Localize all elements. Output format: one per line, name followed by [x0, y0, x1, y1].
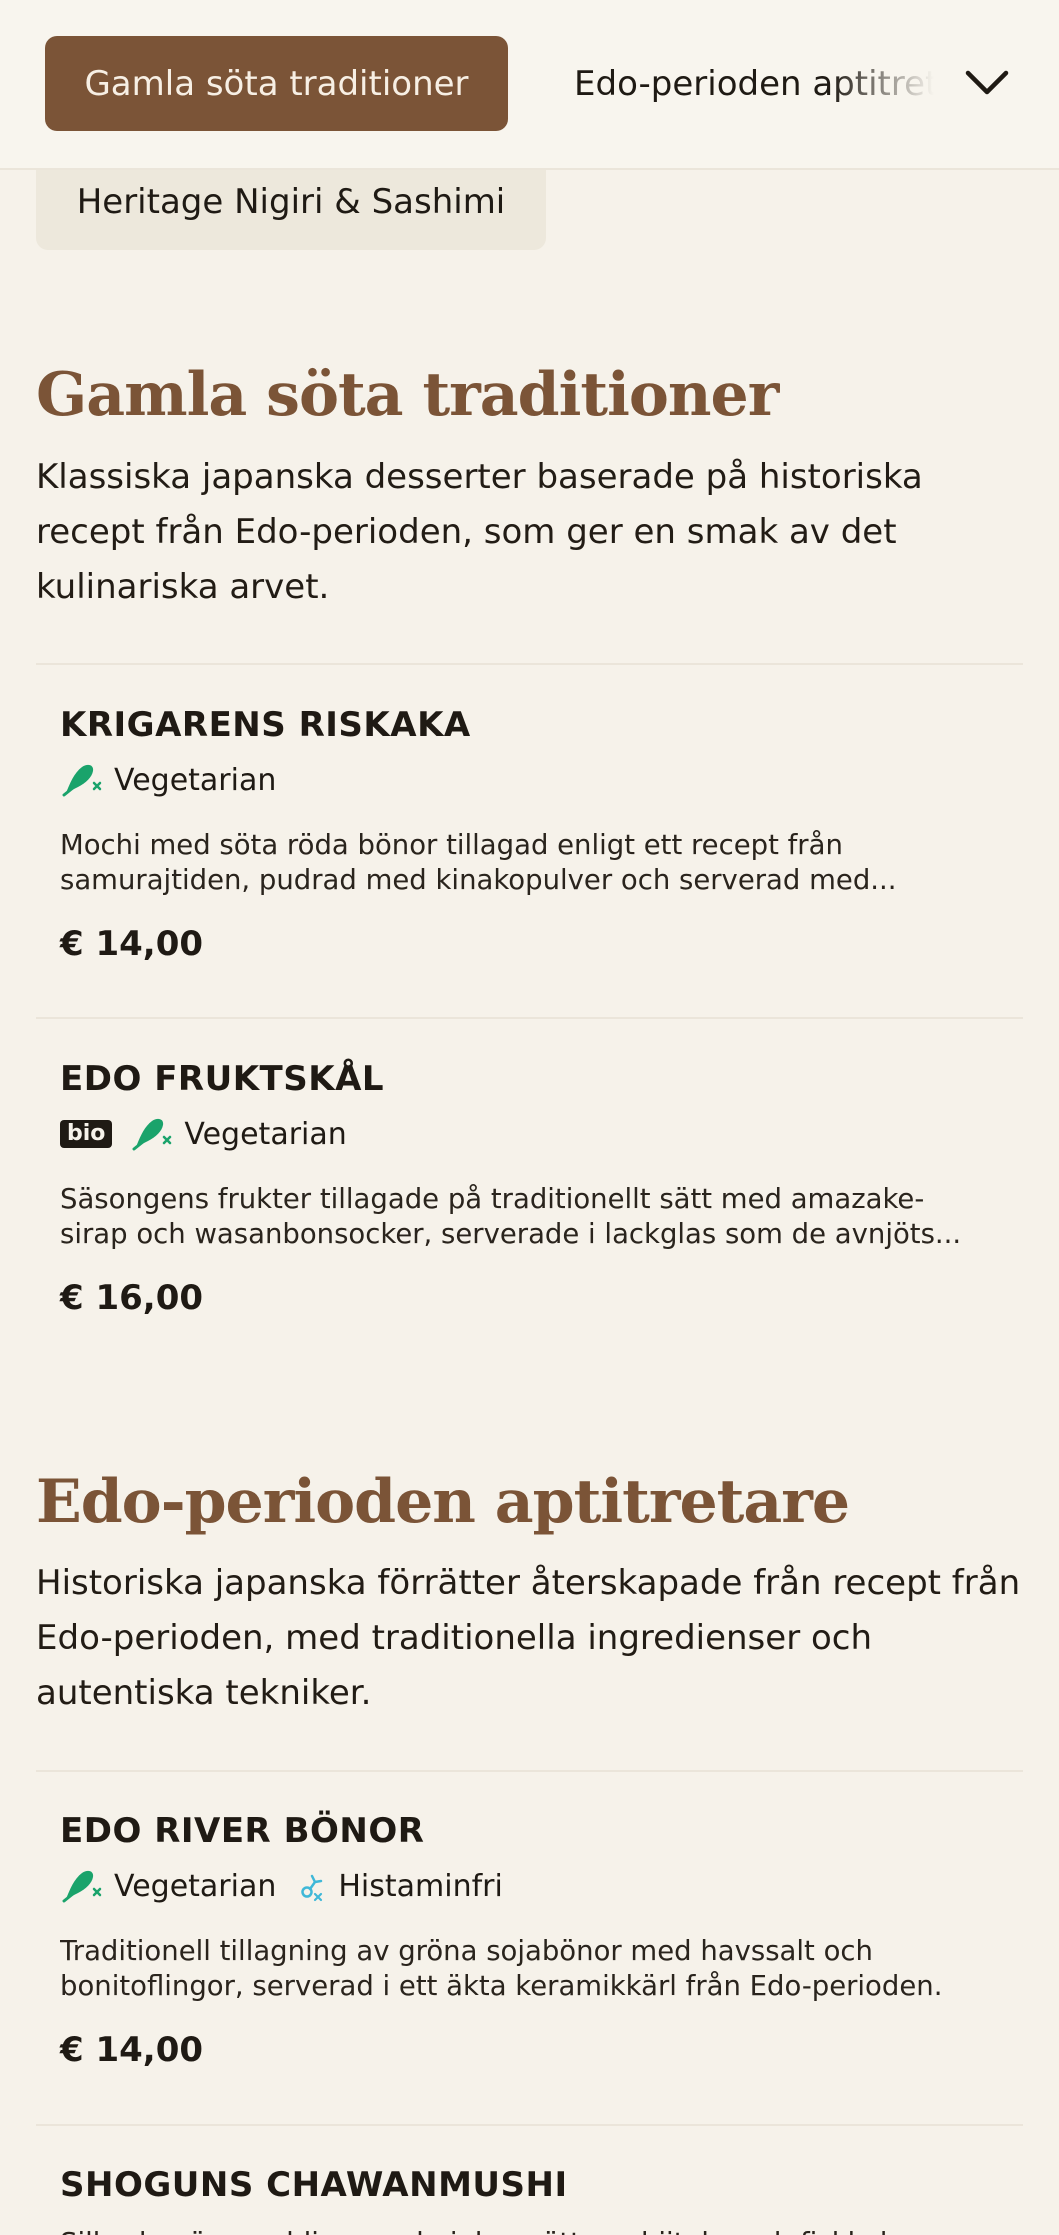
chevron-down-icon[interactable]	[958, 58, 1016, 108]
tag-histamine-free: Histaminfri	[298, 1868, 503, 1904]
menu-item[interactable]: SHOGUNS CHAWANMUSHI Silkeslen äggpudding…	[60, 2162, 1010, 2235]
item-description-line: Säsongens frukter tillagade på tradition…	[60, 1183, 925, 1215]
item-name: EDO RIVER BÖNOR	[60, 1811, 425, 1851]
item-description-line: samurajtiden, pudrad med kinakopulver oc…	[60, 864, 897, 896]
menu-page: Gamla söta traditioner Edo-perioden apti…	[0, 0, 1059, 2235]
item-description-line: Mochi med söta röda bönor tillagad enlig…	[60, 829, 843, 861]
divider	[36, 1017, 1023, 1019]
item-name: EDO FRUKTSKÅL	[60, 1059, 385, 1099]
tag-label: Vegetarian	[184, 1116, 347, 1152]
section-title: Edo-perioden aptitretare	[36, 1467, 850, 1537]
item-tags: bio Vegetarian	[60, 1114, 1010, 1154]
item-description: Mochi med söta röda bönor tillagad enlig…	[60, 828, 1010, 898]
item-description: Traditionell tillagning av gröna sojabön…	[60, 1934, 1010, 2004]
divider	[36, 1770, 1023, 1772]
tag-label: Histaminfri	[338, 1868, 503, 1904]
section-title: Gamla söta traditioner	[36, 360, 779, 430]
menu-item[interactable]: EDO RIVER BÖNOR Vegetarian Histaminfri T…	[60, 1808, 1010, 2070]
divider	[36, 663, 1023, 665]
item-description: Säsongens frukter tillagade på tradition…	[60, 1182, 1010, 1252]
item-description: Silkeslen äggpudding med ginkgonötter, s…	[60, 2226, 1010, 2235]
item-description-line: sirap och wasanbonsocker, serverade i la…	[60, 1218, 962, 1250]
category-tab-active[interactable]: Gamla söta traditioner	[45, 36, 508, 131]
bio-badge: bio	[60, 1120, 113, 1148]
item-tags: Vegetarian Histaminfri	[60, 1866, 1010, 1906]
menu-item[interactable]: EDO FRUKTSKÅL bio Vegetarian Säsongens f…	[60, 1056, 1010, 1318]
vegetarian-icon	[132, 1118, 172, 1151]
divider	[36, 2124, 1023, 2126]
section-description: Klassiska japanska desserter baserade på…	[36, 457, 923, 607]
item-tags: Vegetarian	[60, 760, 1010, 800]
tag-label: Vegetarian	[114, 1868, 277, 1904]
tag-vegetarian: Vegetarian	[130, 1115, 347, 1153]
category-nav: Gamla söta traditioner Edo-perioden apti…	[0, 0, 1059, 170]
tag-vegetarian: Vegetarian	[60, 761, 276, 799]
item-description-line: bonitoflingor, serverad i ett äkta keram…	[60, 1970, 943, 2002]
tag-vegetarian: Vegetarian	[60, 1867, 276, 1905]
item-description-line: Traditionell tillagning av gröna sojabön…	[60, 1935, 873, 1967]
nav-fade-overlay	[830, 20, 960, 150]
tag-label: Vegetarian	[114, 762, 277, 798]
vegetarian-icon	[62, 1870, 102, 1903]
item-price: € 16,00	[60, 1278, 204, 1318]
menu-item[interactable]: KRIGARENS RISKAKA Vegetarian Mochi med s…	[60, 702, 1010, 964]
item-price: € 14,00	[60, 2030, 204, 2070]
item-price: € 14,00	[60, 924, 204, 964]
item-description-line: Silkeslen äggpudding med ginkgonötter, s…	[60, 2226, 1010, 2235]
section-description: Historiska japanska förrätter återskapad…	[36, 1563, 1021, 1713]
item-name: KRIGARENS RISKAKA	[60, 705, 471, 745]
item-name: SHOGUNS CHAWANMUSHI	[60, 2165, 568, 2205]
histamine-free-icon	[301, 1874, 323, 1902]
vegetarian-icon	[62, 764, 102, 797]
